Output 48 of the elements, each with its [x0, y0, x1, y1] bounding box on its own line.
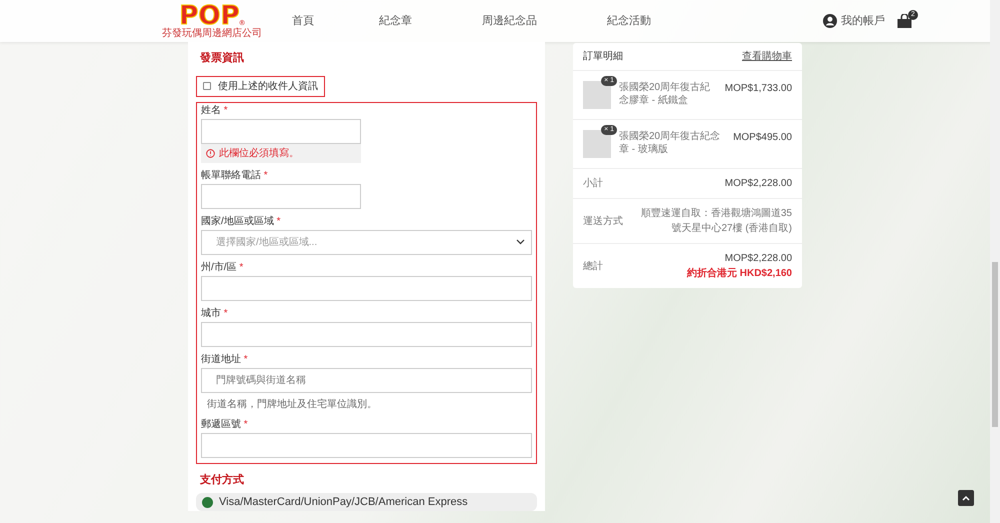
field-label: 城市 *	[201, 308, 229, 320]
product-name: 張國榮20周年復古紀念章 - 玻璃版	[619, 130, 722, 157]
nav-link[interactable]: 首頁	[292, 12, 314, 30]
field-label: 郵遞區號 *	[201, 418, 249, 430]
error-message: 此欄位必須填寫。	[201, 144, 361, 162]
field-label: 姓名 *	[201, 104, 229, 116]
section-title: 支付方式	[200, 472, 245, 488]
product-price: MOP$1,733.00	[724, 82, 792, 96]
section-title: 發票資訊	[200, 50, 245, 66]
chevron-down-icon	[516, 239, 525, 245]
summary-label: 小計	[583, 176, 603, 191]
field-label: 街道地址 *	[201, 354, 249, 366]
summary-label: 運送方式	[583, 214, 623, 228]
product-price: MOP$495.00	[733, 131, 792, 145]
help-text: 街道名稱，門牌地址及住宅單位識別。	[206, 398, 378, 412]
field-label: 帳單聯絡電話 *	[201, 170, 269, 182]
view-cart-link[interactable]: 查看購物車	[742, 49, 792, 64]
cart-button[interactable]	[897, 14, 912, 28]
user-icon	[823, 14, 837, 28]
input-field[interactable]	[201, 432, 532, 458]
input-field[interactable]	[201, 276, 532, 300]
shopping-bag-icon	[897, 14, 912, 28]
summary-value: MOP$2,228.00	[724, 252, 792, 266]
product-name: 張國榮20周年復古紀念膠章 - 紙鐵盒	[619, 81, 712, 108]
converted-total: 約折合港元 HKD$2,160	[686, 266, 792, 281]
order-title: 訂單明細	[583, 50, 623, 64]
checkbox[interactable]	[203, 82, 211, 90]
input-field[interactable]	[201, 322, 532, 346]
summary-label: 總計	[583, 260, 603, 274]
logo-wordmark: POP	[179, 3, 240, 29]
summary-value: 順豐速運自取：香港觀塘鴻圖道35號天星中心27樓 (香港自取)	[640, 206, 792, 236]
logo-caption: 芬發玩偶周邊網店公司	[162, 29, 262, 39]
nav-link[interactable]: 周邊紀念品	[482, 12, 537, 30]
field-label: 州/市/區 *	[201, 262, 244, 274]
account-link[interactable]: 我的帳戶	[823, 12, 885, 30]
input-field[interactable]	[201, 184, 361, 208]
error-icon	[206, 148, 215, 158]
nav-link[interactable]: 紀念活動	[607, 12, 651, 30]
nav-link[interactable]: 紀念章	[379, 12, 412, 30]
radio-button[interactable]	[202, 496, 213, 508]
chevron-up-icon	[962, 495, 970, 501]
back-to-top-button[interactable]	[958, 490, 974, 506]
input-field[interactable]	[201, 118, 361, 144]
summary-value: MOP$2,228.00	[724, 177, 792, 191]
checkbox-label: 使用上述的收件人資訊	[218, 80, 318, 94]
field-label: 國家/地區或區域 *	[201, 216, 282, 228]
payment-option[interactable]: Visa/MasterCard/UnionPay/JCB/American Express	[196, 493, 537, 511]
input-field[interactable]: 門牌號碼與街道名稱	[201, 368, 532, 392]
